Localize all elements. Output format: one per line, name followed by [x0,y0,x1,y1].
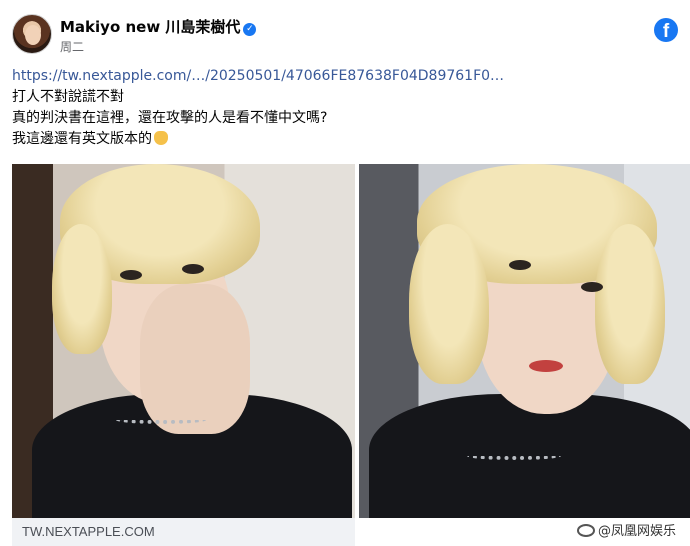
photo-eye [120,270,142,280]
link-preview-images[interactable] [12,164,690,518]
watermark: @凤凰网娱乐 [572,518,680,540]
facebook-logo-icon: f [654,18,678,42]
photo-hand [140,284,250,434]
post-timestamp[interactable]: 周二 [60,38,84,55]
link-preview-domain[interactable]: TW.NEXTAPPLE.COM [12,518,355,546]
photo-necklace [116,416,206,424]
post-line-1: 打人不對說謊不對 [12,89,124,105]
post-line-3-text: 我這邊還有英文版本的 [12,131,152,147]
avatar-face [25,25,41,45]
author-avatar[interactable] [12,14,52,54]
photo-eye [182,264,204,274]
photo-necklace [467,452,561,460]
photo-lips [529,360,563,372]
preview-photo-right[interactable] [359,164,690,518]
author-name[interactable]: Makiyo new 川島茉樹代 ✓ [60,16,257,37]
post-header: Makiyo new 川島茉樹代 ✓ 周二 f [12,14,678,58]
photo-eye [581,282,603,292]
photo-hair-side [409,224,489,384]
preview-photo-left[interactable] [12,164,355,518]
article-link[interactable]: https://tw.nextapple.com/…/20250501/4706… [12,66,678,87]
photo-hair-side [595,224,665,384]
verified-badge-icon: ✓ [243,23,257,36]
weibo-logo-icon [576,524,595,537]
waving-hand-icon [154,131,168,145]
photo-hair-side [52,224,112,354]
author-name-text[interactable]: Makiyo new 川島茉樹代 [60,18,240,36]
photo-eye [509,260,531,270]
watermark-text: @凤凰网娱乐 [597,524,676,539]
post-text: https://tw.nextapple.com/…/20250501/4706… [12,66,678,150]
post-line-2: 真的判決書在這裡，還在攻擊的人是看不懂中文嗎? [12,110,328,126]
post-line-3: 我這邊還有英文版本的 [12,129,678,150]
